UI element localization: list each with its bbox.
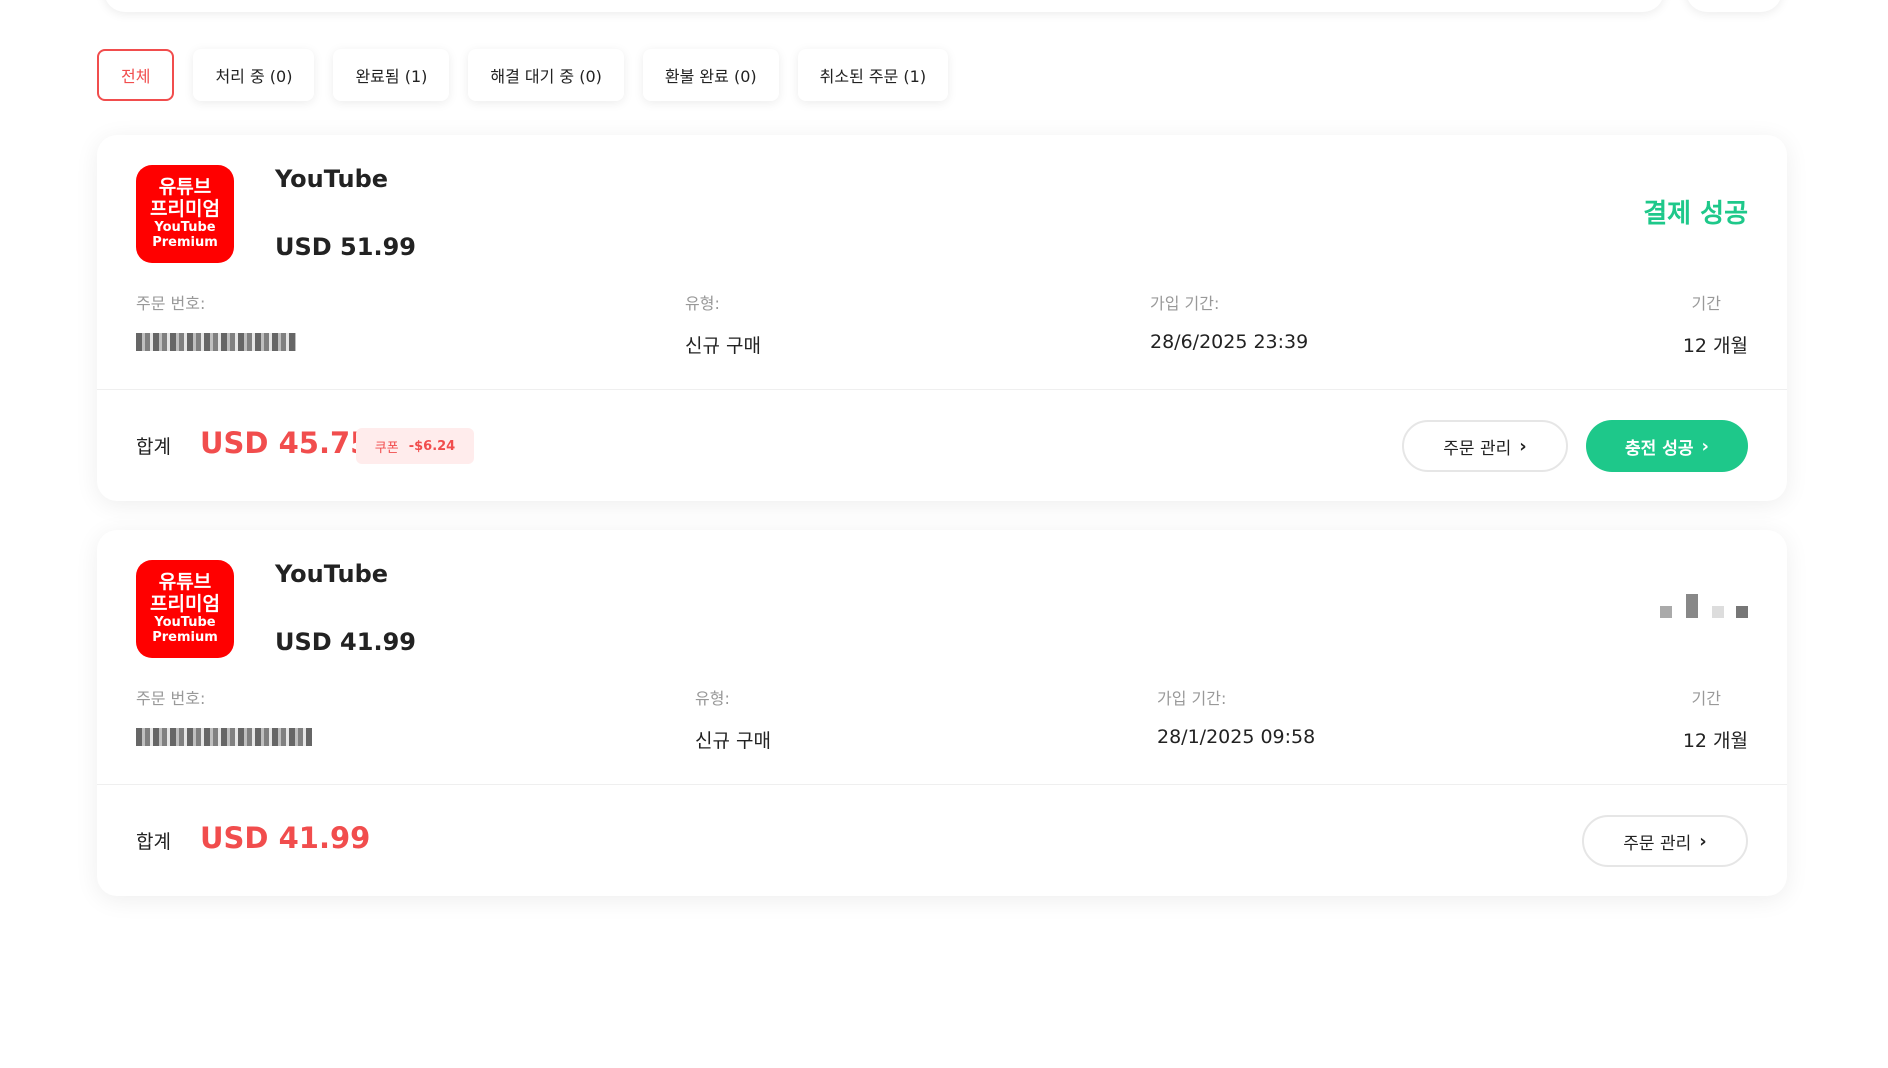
type-label: 유형: (685, 294, 720, 313)
coupon-amount: -$6.24 (408, 438, 456, 454)
product-price: USD 51.99 (275, 233, 416, 261)
logo-ko-line1: 유튜브 (158, 571, 212, 594)
chevron-right-icon: › (1701, 435, 1709, 457)
tab-cancelled[interactable]: 취소된 주문 (1) (797, 49, 949, 101)
tab-processing[interactable]: 처리 중 (0) (193, 49, 315, 101)
charge-success-label: 충전 성공 (1625, 438, 1694, 459)
order-number-label: 주문 번호: (136, 689, 206, 708)
tab-all[interactable]: 전체 (97, 49, 175, 101)
tab-completed[interactable]: 완료됨 (1) (333, 49, 450, 101)
loading-dot (1660, 606, 1672, 618)
type-value: 신규 구매 (685, 335, 761, 357)
loading-dot (1686, 594, 1698, 618)
search-bar[interactable] (104, 0, 1664, 12)
order-card: 유튜브 프리미엄 YouTube Premium YouTube USD 51.… (97, 135, 1787, 501)
product-price: USD 41.99 (275, 628, 416, 656)
subscription-date-value: 28/1/2025 09:58 (1157, 726, 1316, 748)
youtube-premium-logo: 유튜브 프리미엄 YouTube Premium (136, 560, 234, 658)
order-number-label: 주문 번호: (136, 294, 206, 313)
loading-dot (1712, 606, 1724, 618)
loading-dot (1736, 606, 1748, 618)
manage-order-button[interactable]: 주문 관리 › (1402, 420, 1568, 472)
product-name: YouTube (275, 165, 389, 193)
charge-success-button[interactable]: 충전 성공 › (1586, 420, 1748, 472)
search-button[interactable] (1686, 0, 1782, 12)
type-label: 유형: (695, 689, 730, 708)
order-summary: 합계 USD 45.75 쿠폰 -$6.24 주문 관리 › 충전 성공 › (97, 389, 1787, 501)
order-card: 유튜브 프리미엄 YouTube Premium YouTube USD 41.… (97, 530, 1787, 896)
tab-pending-resolution[interactable]: 해결 대기 중 (0) (468, 49, 624, 101)
order-summary: 합계 USD 41.99 주문 관리 › (97, 784, 1787, 896)
logo-ko-line2: 프리미엄 (150, 198, 220, 221)
period-value: 12 개월 (1682, 730, 1748, 752)
chevron-right-icon: › (1699, 830, 1707, 852)
logo-ko-line1: 유튜브 (158, 176, 212, 199)
order-number-redacted (136, 333, 296, 351)
total-price: USD 41.99 (200, 821, 371, 855)
type-value: 신규 구매 (695, 730, 771, 752)
order-details: 유튜브 프리미엄 YouTube Premium YouTube USD 51.… (97, 135, 1787, 389)
subscription-date-label: 가입 기간: (1150, 294, 1220, 313)
logo-en-line1: YouTube (154, 219, 216, 235)
logo-en-line2: Premium (152, 629, 218, 645)
total-label: 합계 (136, 831, 171, 853)
total-label: 합계 (136, 436, 171, 458)
manage-order-button[interactable]: 주문 관리 › (1582, 815, 1748, 867)
manage-order-label: 주문 관리 (1623, 833, 1692, 854)
loading-dots-icon (1660, 590, 1748, 618)
tab-refunded[interactable]: 환불 완료 (0) (642, 49, 779, 101)
coupon-label: 쿠폰 (374, 440, 399, 456)
product-name: YouTube (275, 560, 389, 588)
logo-ko-line2: 프리미엄 (150, 593, 220, 616)
order-filter-tabs: 전체 처리 중 (0) 완료됨 (1) 해결 대기 중 (0) 환불 완료 (0… (97, 49, 949, 101)
logo-en-line2: Premium (152, 234, 218, 250)
manage-order-label: 주문 관리 (1443, 438, 1512, 459)
total-price: USD 45.75 (200, 426, 371, 460)
subscription-date-label: 가입 기간: (1157, 689, 1227, 708)
period-label: 기간 (1691, 689, 1721, 708)
order-number-redacted (136, 728, 312, 746)
order-details: 유튜브 프리미엄 YouTube Premium YouTube USD 41.… (97, 530, 1787, 784)
youtube-premium-logo: 유튜브 프리미엄 YouTube Premium (136, 165, 234, 263)
period-value: 12 개월 (1682, 335, 1748, 357)
subscription-date-value: 28/6/2025 23:39 (1150, 331, 1309, 353)
period-label: 기간 (1691, 294, 1721, 313)
chevron-right-icon: › (1519, 435, 1527, 457)
logo-en-line1: YouTube (154, 614, 216, 630)
coupon-badge: 쿠폰 -$6.24 (356, 428, 474, 464)
payment-status: 결제 성공 (1643, 199, 1748, 229)
